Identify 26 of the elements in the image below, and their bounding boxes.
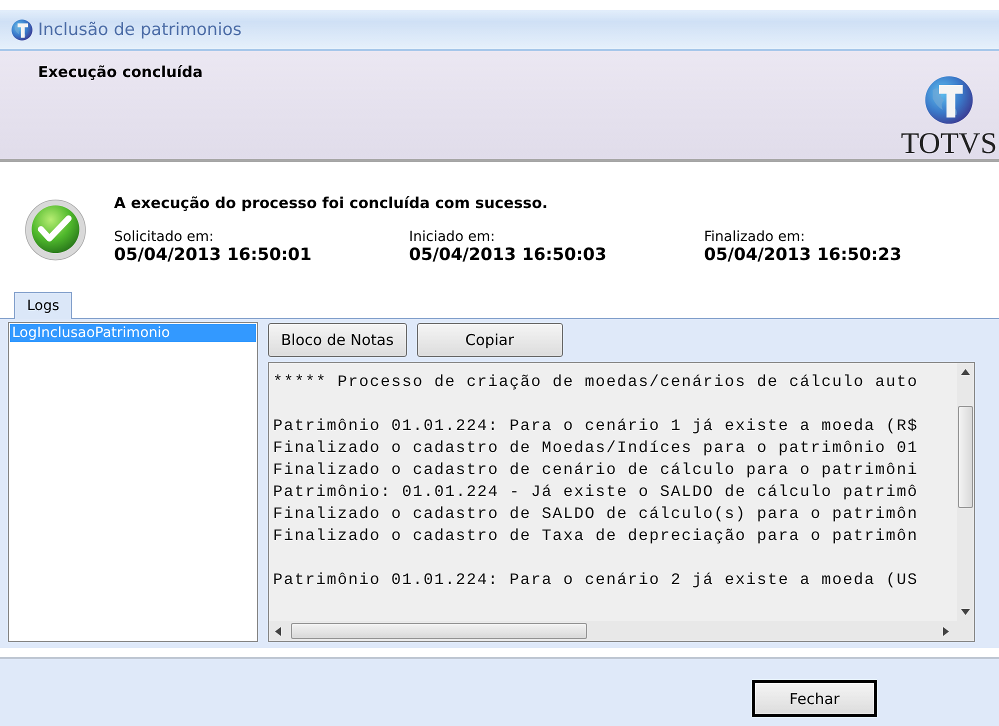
success-message: A execução do processo foi concluída com sucesso.: [114, 194, 549, 212]
time-label: Solicitado em:: [114, 229, 215, 245]
scrollbar-thumb[interactable]: [291, 623, 587, 639]
log-action-button[interactable]: Copiar: [416, 323, 563, 357]
logo-text: TOTVS: [900, 129, 997, 159]
tab[interactable]: Logs: [14, 292, 72, 319]
header-title: Execução concluída: [38, 63, 203, 83]
log-text: Patrimônio 01.01.224: Para o cenário 2 já existe a moeda (US: [273, 570, 920, 591]
scrollbar-thumb[interactable]: [958, 406, 973, 508]
scroll-up-arrow-icon[interactable]: [961, 369, 970, 375]
time-value: 05/04/2013 16:50:23: [704, 245, 903, 265]
time-value: 05/04/2013 16:50:03: [409, 245, 608, 265]
time-label: Finalizado em:: [704, 229, 806, 245]
scroll-left-arrow-icon[interactable]: [275, 626, 281, 636]
time-value: 05/04/2013 16:50:01: [114, 245, 313, 265]
vertical-scrollbar[interactable]: [957, 363, 974, 621]
scroll-right-arrow-icon[interactable]: [943, 626, 949, 636]
time-label: Iniciado em:: [409, 229, 496, 245]
window-title: Inclusão de patrimonios: [38, 20, 242, 40]
app-logo-icon: [11, 18, 33, 40]
log-action-button[interactable]: Bloco de Notas: [268, 323, 407, 357]
horizontal-scrollbar[interactable]: [269, 621, 957, 641]
log-text: Patrimônio 01.01.224: Para o cenário 1 já existe a moeda (R$ Finalizado o cadastro de Moedas/Indíces para o patrimônio 01 Finalizado o cadastro de cenário de cálculo para o patrimôni Patrimônio: 01.01.224 - Já existe o SALDO de cálculo patrimô Finalizado o cadastro de SALDO de cálculo(s) para o patrimôn Finalizado o cadastro de Taxa de depreciação para o patrimôn: [273, 416, 920, 547]
close-button[interactable]: Fechar: [752, 680, 877, 717]
log-text: ***** Processo de criação de moedas/cenários de cálculo auto: [273, 372, 920, 393]
scroll-down-arrow-icon[interactable]: [961, 609, 970, 615]
